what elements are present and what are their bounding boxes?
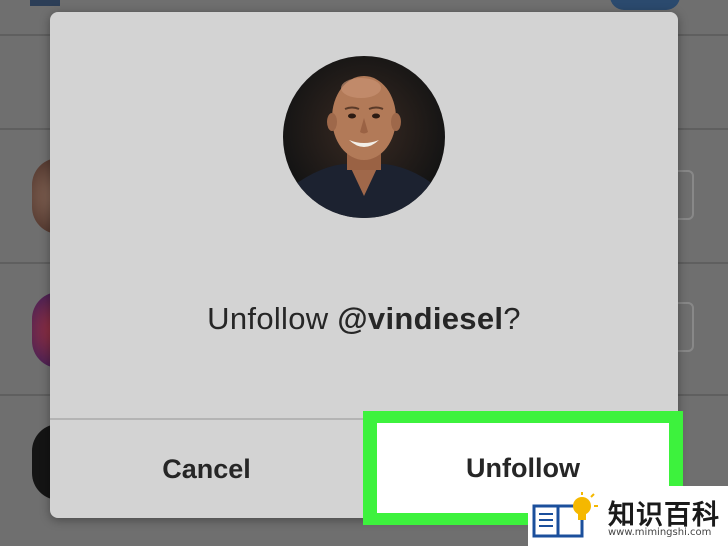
lightbulb-icon	[573, 492, 598, 520]
background-avatar-fragment	[610, 0, 680, 10]
background-logo-fragment	[30, 0, 60, 6]
book-icon	[532, 492, 598, 538]
profile-photo	[283, 56, 445, 218]
username-handle: @vindiesel	[337, 301, 504, 336]
unfollow-prompt: Unfollow @vindiesel?	[50, 301, 678, 337]
watermark-url: www.mimingshi.com	[608, 527, 712, 538]
unfollow-prompt-suffix: ?	[503, 301, 521, 336]
watermark-logo: 知识百科 www.mimingshi.com	[528, 486, 728, 546]
profile-photo-illustration	[283, 76, 445, 218]
unfollow-prompt-prefix: Unfollow	[207, 301, 338, 336]
cancel-button[interactable]: Cancel	[50, 420, 363, 518]
